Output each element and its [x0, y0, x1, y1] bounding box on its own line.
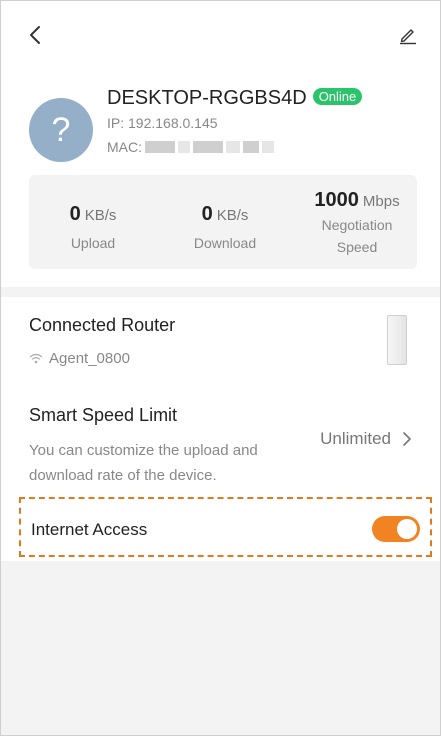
- speed-limit-section[interactable]: Smart Speed Limit You can customize the …: [29, 405, 419, 485]
- traffic-stats: 0 KB/s Upload 0 KB/s Download 1000 Mbps Neg…: [29, 175, 417, 269]
- internet-access-label: Internet Access: [31, 520, 148, 539]
- download-value: 0: [201, 203, 213, 225]
- router-ssid: Agent_0800: [49, 350, 130, 367]
- device-name: DESKTOP-RGGBS4D: [107, 87, 307, 109]
- device-ip: IP: 192.168.0.145: [107, 115, 218, 131]
- device-mac: MAC:: [107, 139, 274, 155]
- internet-access-row: Internet Access: [19, 497, 432, 557]
- mac-redacted-block: [178, 141, 190, 153]
- speed-limit-text: Unlimited: [320, 429, 391, 448]
- connected-router-title: Connected Router: [29, 315, 176, 335]
- connected-router-section: Connected Router Agent_0800: [29, 315, 419, 375]
- section-divider: [1, 287, 440, 297]
- download-label: Download: [193, 235, 257, 251]
- upload-value: 0: [69, 203, 81, 225]
- upload-label: Upload: [70, 235, 116, 251]
- mac-redacted-block: [262, 141, 274, 153]
- mac-redacted-block: [145, 141, 175, 153]
- download-stat: 0 KB/s Download: [175, 175, 275, 269]
- speed-limit-description: You can customize the upload and downloa…: [29, 442, 258, 484]
- negotiation-label-line2: Speed: [336, 239, 378, 255]
- question-icon: ?: [51, 110, 71, 149]
- negotiation-label-line1: Negotiation: [321, 217, 393, 233]
- negotiation-stat: 1000 Mbps Negotiation Speed: [297, 175, 417, 269]
- top-bar: [1, 1, 440, 71]
- empty-area: [1, 561, 440, 735]
- wifi-icon: [29, 353, 43, 363]
- router-ssid-row: Agent_0800: [29, 350, 419, 367]
- avatar: ?: [29, 98, 93, 162]
- download-unit: KB/s: [216, 207, 249, 224]
- upload-stat: 0 KB/s Upload: [45, 175, 141, 269]
- status-badge: Online: [312, 88, 363, 105]
- mac-label: MAC:: [107, 139, 142, 155]
- internet-access-toggle[interactable]: [372, 516, 420, 542]
- upload-unit: KB/s: [84, 207, 117, 224]
- mac-redacted-block: [243, 141, 259, 153]
- speed-limit-title: Smart Speed Limit: [29, 405, 178, 425]
- back-icon: [30, 26, 40, 44]
- negotiation-value: 1000: [314, 189, 359, 211]
- edit-icon: [400, 29, 416, 45]
- device-info: ? DESKTOP-RGGBS4D Online IP: 192.168.0.14…: [29, 83, 419, 163]
- device-detail-screen: ? DESKTOP-RGGBS4D Online IP: 192.168.0.14…: [0, 0, 441, 736]
- speed-limit-value[interactable]: Unlimited: [320, 429, 413, 449]
- chevron-right-icon: [403, 432, 411, 446]
- negotiation-unit: Mbps: [362, 193, 400, 210]
- router-image: [387, 315, 407, 365]
- edit-button[interactable]: [396, 23, 420, 47]
- mac-redacted-block: [193, 141, 223, 153]
- back-button[interactable]: [23, 23, 47, 47]
- mac-redacted-block: [226, 141, 240, 153]
- device-name-row: DESKTOP-RGGBS4D Online: [107, 87, 363, 110]
- toggle-knob: [397, 519, 417, 539]
